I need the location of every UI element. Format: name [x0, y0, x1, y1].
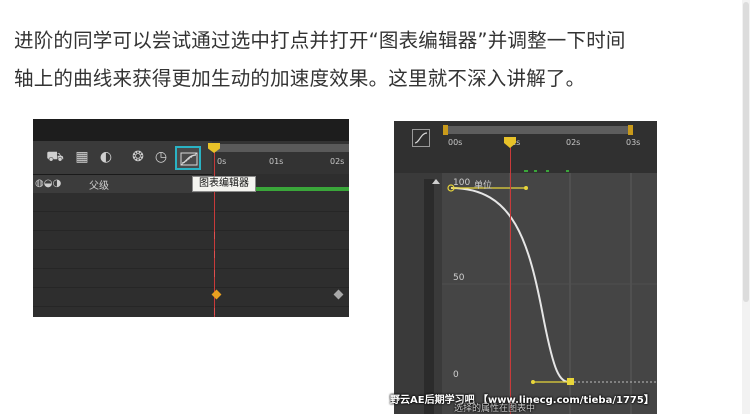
parent-column-label: 父级 — [89, 181, 109, 192]
time-tick-1: 01s — [269, 157, 284, 166]
panel-topbar — [33, 119, 349, 141]
watermark-subtext: 选择的属性在图表中 — [454, 404, 536, 414]
layer-row[interactable] — [33, 231, 349, 250]
motion-blur-icon[interactable]: ◐ — [97, 149, 115, 165]
graph-editor-screenshot: 00s 01s 02s 03s 100 单位 50 0 — [394, 121, 657, 414]
work-area-bar[interactable] — [214, 144, 349, 152]
axis-label-50: 50 — [453, 273, 465, 283]
watermark: 野云AE后期学习吧 【www.linecg.com/tieba/1775】 选择… — [390, 391, 654, 414]
switches-icon: ◍◒◑ — [35, 178, 62, 189]
scroll-up-icon[interactable] — [432, 179, 440, 184]
layer-row[interactable] — [33, 269, 349, 288]
auto-keyframe-icon[interactable]: ◷ — [152, 149, 170, 165]
shy-layers-icon[interactable]: ⛟ — [46, 149, 64, 165]
article-line-1: 进阶的同学可以尝试通过选中打点并打开“图表编辑器”并调整一下时间 — [14, 29, 626, 52]
time-tick-2: 02s — [330, 157, 345, 166]
graph-editor-button[interactable] — [175, 146, 201, 170]
graph-editor-icon — [180, 152, 198, 166]
layer-row[interactable] — [33, 212, 349, 231]
layer-row[interactable] — [33, 250, 349, 269]
axis-label-0: 0 — [453, 370, 459, 380]
easy-ease-keyframe[interactable]: I — [213, 308, 216, 318]
handle-point[interactable] — [524, 186, 528, 190]
layer-column-header: ◍◒◑ 父级 — [33, 174, 212, 193]
graph-editor-tooltip: 图表编辑器 — [192, 176, 256, 192]
time-tick-0: 0s — [217, 157, 227, 166]
axis-label-100: 100 — [453, 178, 471, 188]
easy-ease-keyframe[interactable]: I — [213, 270, 216, 280]
handle-point[interactable] — [531, 380, 535, 384]
timeline-screenshot: ⛟ ▦ ◐ ❂ ◷ 0s 01s 02s ◍◒◑ 父级 I I I I 图表编辑… — [33, 119, 349, 317]
speed-curve[interactable] — [450, 187, 572, 384]
article-line-2: 轴上的曲线来获得更加生动的加速度效果。这里就不深入讲解了。 — [14, 67, 586, 90]
brainstorm-icon[interactable]: ❂ — [129, 149, 147, 165]
axis-unit-label: 单位 — [474, 181, 493, 191]
page-scrollbar[interactable] — [742, 0, 750, 414]
scrollbar-thumb[interactable] — [743, 2, 749, 302]
easy-ease-keyframe[interactable]: I — [213, 232, 216, 242]
current-time-indicator[interactable] — [510, 139, 511, 414]
layer-row[interactable] — [33, 288, 349, 307]
layer-row[interactable] — [33, 193, 349, 212]
speed-graph — [432, 170, 657, 414]
frame-blending-icon[interactable]: ▦ — [73, 149, 91, 165]
end-keyframe[interactable] — [567, 378, 574, 385]
easy-ease-keyframe[interactable]: I — [213, 251, 216, 261]
